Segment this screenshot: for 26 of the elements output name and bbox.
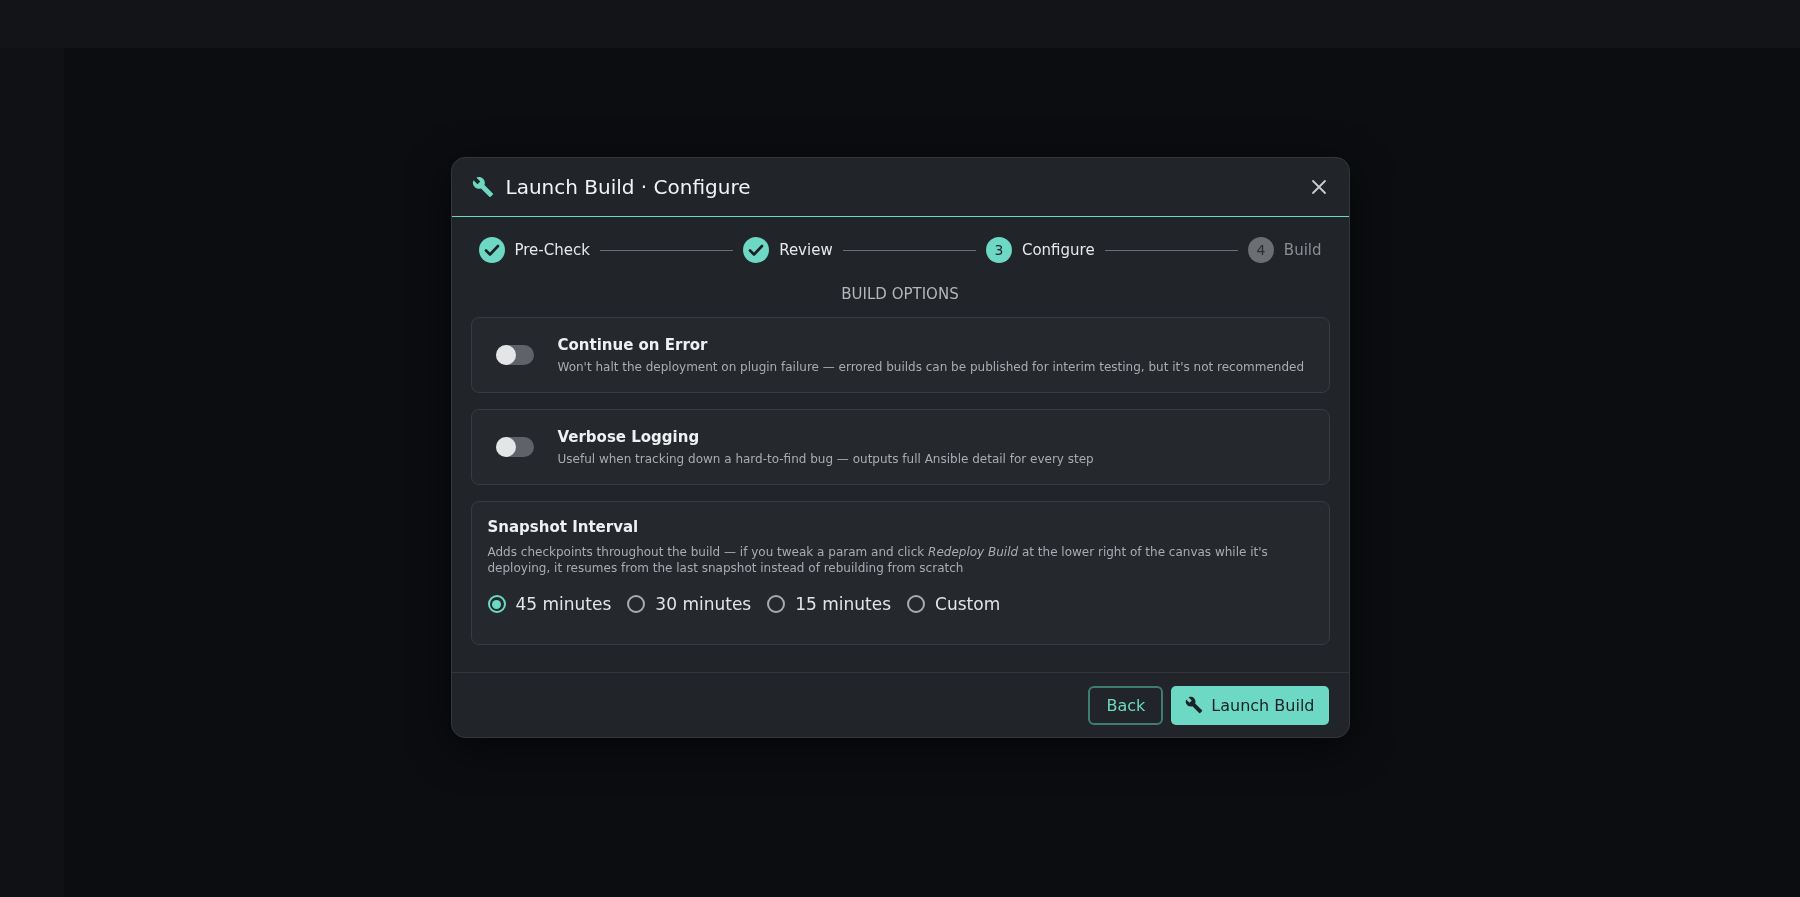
stepper-step: Pre-Check xyxy=(478,237,590,263)
launch-build-button[interactable]: Launch Build xyxy=(1171,685,1329,725)
check-circle-icon xyxy=(478,237,505,263)
check-circle-icon xyxy=(743,237,770,263)
dialog-title: Launch Build · Configure xyxy=(505,175,751,199)
toggle-switch[interactable] xyxy=(495,345,534,365)
stepper-step: 4 Build xyxy=(1247,237,1322,263)
step-number: 4 xyxy=(1247,237,1274,263)
back-button[interactable]: Back xyxy=(1088,685,1164,725)
option-description: Useful when tracking down a hard-to-find bug — outputs full Ansible detail for every step xyxy=(557,450,1094,467)
step-number: 3 xyxy=(985,237,1012,263)
radio-option[interactable]: 30 minutes xyxy=(627,594,752,614)
toggle-switch[interactable] xyxy=(495,437,534,457)
wrench-icon xyxy=(1185,696,1204,714)
option-title: Verbose Logging xyxy=(557,427,701,446)
option-description: Won't halt the deployment on plugin failure — errored builds can be published for interim testing, but it's not recommended xyxy=(557,358,1305,375)
option-title: Snapshot Interval xyxy=(487,518,640,536)
option-description: Adds checkpoints throughout the build — if you tweak a param and click Redeploy Build at the lower right of the canvas while it's deploying, it resumes from the last snapshot instead of rebuilding from scratch xyxy=(487,544,1269,576)
stepper-step: Review xyxy=(743,237,833,263)
radio-option[interactable]: Custom xyxy=(907,594,1001,614)
radio-option[interactable]: 15 minutes xyxy=(767,594,892,614)
radio-option[interactable]: 45 minutes xyxy=(487,594,612,614)
section-heading: BUILD OPTIONS xyxy=(840,285,960,303)
stepper-step: 3 Configure xyxy=(985,237,1095,263)
wrench-icon xyxy=(471,176,494,198)
option-title: Continue on Error xyxy=(557,335,709,354)
